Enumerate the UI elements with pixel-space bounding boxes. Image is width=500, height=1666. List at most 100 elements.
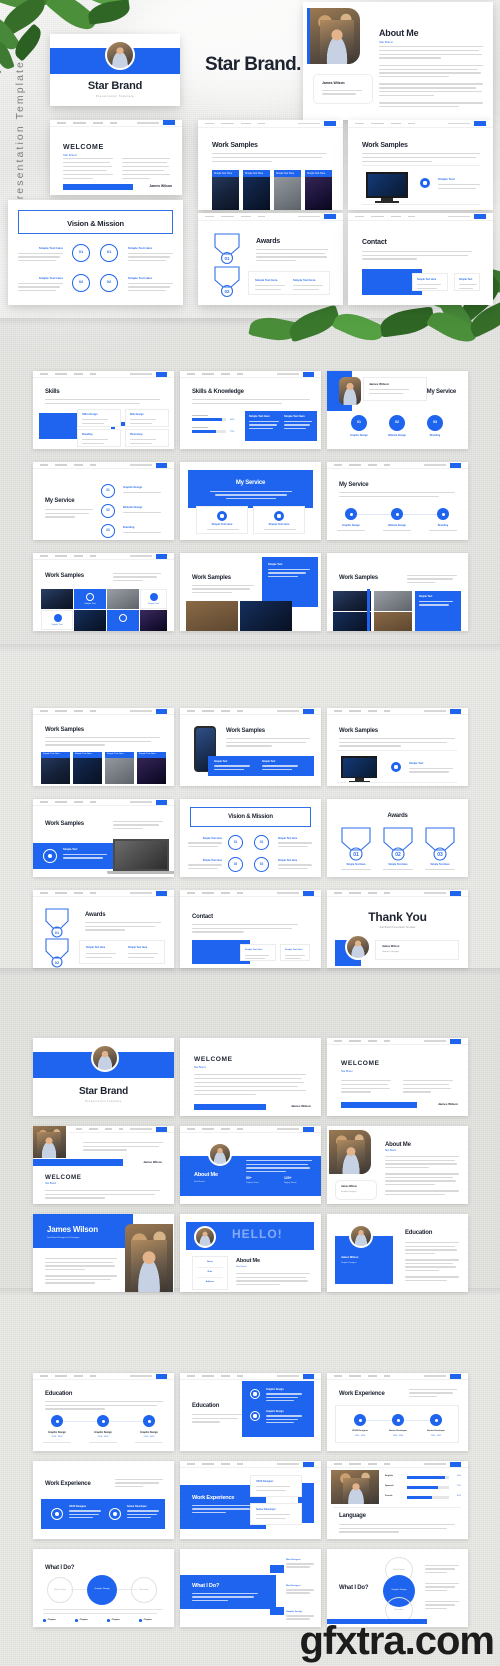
section-d-r3-c3-title: What I Do? [339, 1585, 369, 1591]
slide-welcome-photo[interactable]: James Wilson WELCOME Star Brand [33, 1126, 174, 1204]
slide-cover-c[interactable]: Star Brand Presentation Template [33, 1038, 174, 1116]
skill-card: Office Design [77, 409, 121, 427]
hero-vision-slide[interactable]: Vision & Mission Simple Text Here 01 01 … [8, 200, 183, 305]
slide-nav [198, 120, 343, 129]
slide-whatido-venn[interactable]: What I Do? Web Design Graphic Design Bra… [327, 1549, 468, 1627]
section-c-r2-c1-title: WELCOME [45, 1174, 82, 1181]
cover-subtitle: Presentation Template [85, 1100, 122, 1103]
service-number: 01 [357, 420, 361, 424]
body-lines [409, 1389, 457, 1398]
slide-my-service-timeline[interactable]: My Service Graphic Design Website Design… [327, 462, 468, 540]
timeline-box: UI/UX Designer 2016 - 2018 Senior Develo… [335, 1405, 459, 1443]
hero-awards-slide[interactable]: 01 02 Awards Simple Text Here Simple Tex… [198, 213, 343, 305]
slide-work-phone[interactable]: Work Samples Simple Text Simple Text [180, 708, 321, 786]
slide-about-blue[interactable]: About Me Star Brand 50+ Projects Done 12… [180, 1126, 321, 1204]
slide-hello[interactable]: HELLO! Name Role Address About Me Star B… [180, 1214, 321, 1292]
slide-work-mosaic[interactable]: Work Samples Simple Text Simple Text Sim… [33, 553, 174, 631]
medal-icon: 02 [214, 266, 240, 298]
hero-welcome-slide[interactable]: WELCOME Star Brand James Wilson [50, 120, 182, 195]
about-body [379, 46, 483, 108]
body-lines [339, 738, 455, 747]
service-card: Simple Text Here [253, 506, 305, 534]
slide-work-laptop[interactable]: Work Samples Simple Text [33, 799, 174, 877]
foliage-hedge [248, 298, 500, 350]
section-d-r2-c3-title: Language [339, 1513, 366, 1519]
vision-number: 01 [106, 249, 112, 254]
slide-whatido-blue[interactable]: What I Do? Web Designer Web Designer Gra… [180, 1549, 321, 1627]
body-lines [210, 491, 292, 500]
slide-contact[interactable]: Contact Simple Text Here Simple Text Her… [180, 890, 321, 968]
section-d-r3-c2-title: What I Do? [192, 1583, 220, 1589]
section-b-r1-c1-title: Work Samples [45, 727, 84, 733]
slide-nav [198, 213, 343, 222]
slide-my-service-blue[interactable]: My Service Simple Text Here Simple Text … [180, 462, 321, 540]
hero-contact-slide[interactable]: Contact Simple Text Here Simple Text [348, 213, 493, 305]
slide-nav [180, 708, 321, 716]
skill-bar-row: 90% [192, 415, 234, 422]
hero-cover-slide[interactable]: Star Brand Presentation Template [50, 34, 180, 106]
monitor-mock [341, 756, 377, 778]
body-lines [339, 1524, 455, 1533]
welcome-signature: James Wilson [143, 1160, 162, 1164]
hero-work-slide[interactable]: Work Samples Simple Text Here Simple Tex… [198, 120, 343, 210]
hero-work-monitor-slide[interactable]: Work Samples Simple Text [348, 120, 493, 210]
body-lines [45, 399, 160, 404]
slide-vision-mission-2[interactable]: Vision & Mission Simple Text Here 01 01 … [180, 799, 321, 877]
exp-card: Senior Developer [250, 1503, 302, 1525]
slide-skills[interactable]: Skills Office Design Web Design Branding… [33, 371, 174, 449]
body-lines [45, 1258, 117, 1284]
slide-edu-blue-cards[interactable]: Education Graphic Design Graphic Design [180, 1373, 321, 1451]
name-card: James Wilson Graphic Designer [375, 940, 459, 960]
slide-nav [327, 890, 468, 898]
about-title: About Me [379, 28, 419, 38]
vision-number: 02 [259, 861, 264, 866]
slide-edu-timeline[interactable]: Education Graphic Design 2016 - 2018 Gra… [33, 1373, 174, 1451]
slide-work-exp-blue[interactable]: Work Experience UI/UX Designer Senior De… [33, 1461, 174, 1539]
medal-icon: 01 [214, 233, 240, 265]
body-lines [113, 573, 161, 582]
tile-tag: Simple Text Here [107, 753, 124, 756]
slide-thank-you[interactable]: Thank You Star Brand Presentation Templa… [327, 890, 468, 968]
section-a-r2-c3-title: My Service [339, 482, 369, 488]
edu-item: Graphic Design [140, 1431, 158, 1434]
whatido-circle-active [87, 1575, 117, 1605]
slide-welcome-plain[interactable]: WELCOME Star Brand James Wilson [180, 1038, 321, 1116]
slide-work-blue-panel[interactable]: Work Samples Simple Text [180, 553, 321, 631]
service-number: 02 [395, 420, 399, 424]
slide-skills-knowledge[interactable]: Skills & Knowledge 90% 75% Simple Text H… [180, 371, 321, 449]
slide-nav [327, 1038, 468, 1046]
welcome-col-2 [122, 158, 170, 180]
slide-work-four[interactable]: Work Samples Simple Text Here Simple Tex… [33, 708, 174, 786]
slide-work-grid-blue[interactable]: Work Samples Simple Text [327, 553, 468, 631]
tile-caption: Simple Text [84, 603, 96, 605]
avatar [349, 1224, 373, 1248]
skill-card: Photoshop [125, 429, 169, 447]
slide-work-monitor[interactable]: Work Samples Simple Text [327, 708, 468, 786]
slide-awards-two[interactable]: 01 02 Awards Simple Text Here Simple Tex… [33, 890, 174, 968]
welcome-signature: James Wilson [291, 1104, 311, 1108]
slide-my-service-circles[interactable]: James Wilson My Service 01 Graphic Desig… [327, 371, 468, 449]
work-body [212, 153, 327, 162]
slide-work-exp-cards[interactable]: Work Experience UI/UX Designer Senior De… [180, 1461, 321, 1539]
slide-nav [327, 1373, 468, 1381]
welcome-signature: James Wilson [149, 184, 172, 188]
svg-text:02: 02 [55, 960, 60, 965]
slide-my-service-list[interactable]: My Service 01 Graphic Design 02 Website … [33, 462, 174, 540]
slide-work-exp-timeline[interactable]: Work Experience UI/UX Designer 2016 - 20… [327, 1373, 468, 1451]
slide-education-blue[interactable]: James Wilson Graphic Designer Education [327, 1214, 468, 1292]
exp-card: Senior Developer [127, 1505, 159, 1519]
slide-awards-three[interactable]: Awards 01 02 03 Simple Text Here Simple … [327, 799, 468, 877]
slide-about-photo[interactable]: About Me Star Brand James Wilson Graphic… [327, 1126, 468, 1204]
section-b-r2-c3-title: Awards [387, 813, 408, 819]
slide-welcome-cols[interactable]: WELCOME Star Brand James Wilson [327, 1038, 468, 1116]
service-label: Website Design [388, 434, 406, 437]
slide-whatido-circles[interactable]: What I Do? Web Design Graphic Design Bra… [33, 1549, 174, 1627]
slide-name-hero[interactable]: James Wilson Star Brand Designer & Devel… [33, 1214, 174, 1292]
edu-item: Graphic Design [94, 1431, 112, 1434]
exp-item: UI/UX Designer [352, 1430, 368, 1432]
body-lines [113, 821, 163, 830]
hero-about-slide[interactable]: About Me Star Brand James Wilson [303, 2, 493, 120]
section-a-r3-c3-title: Work Samples [339, 575, 378, 581]
slide-language[interactable]: English 90% Spanish 75% French 60% Langu… [327, 1461, 468, 1539]
welcome-col-1 [341, 1080, 391, 1093]
